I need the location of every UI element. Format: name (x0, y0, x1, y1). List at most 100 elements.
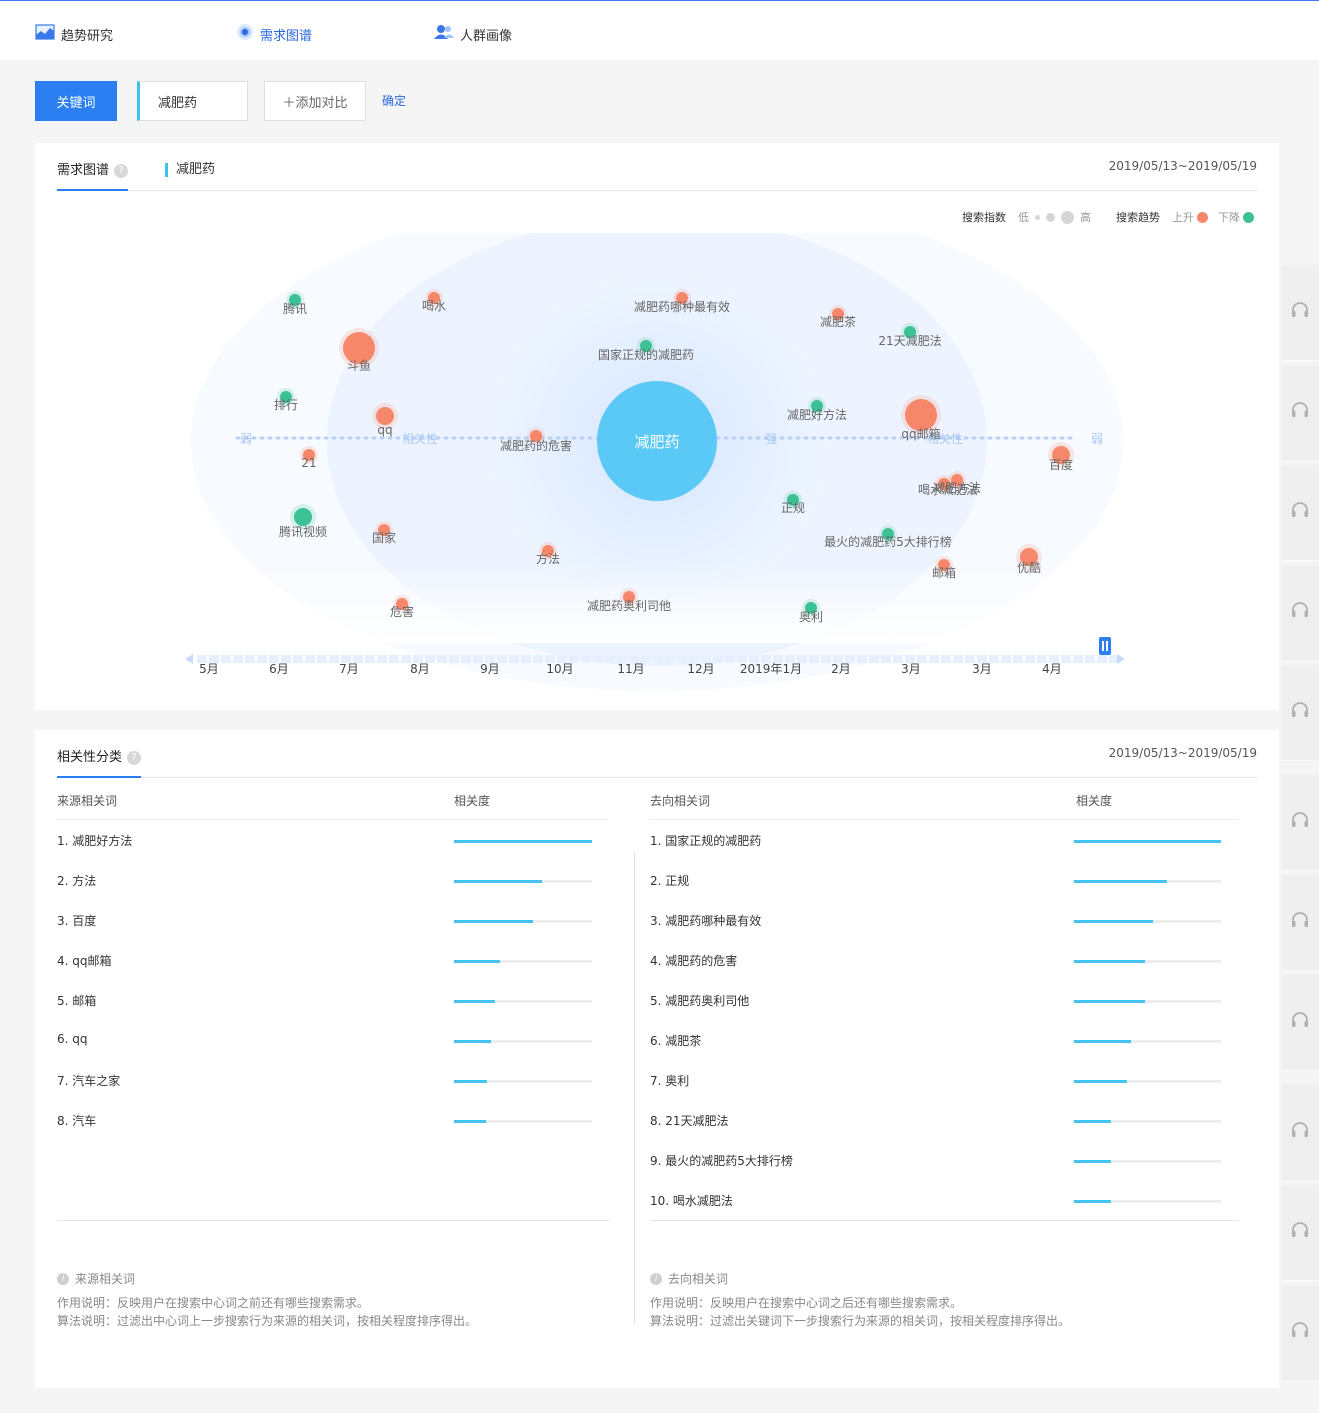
target-label: 8. 21天减肥法 (650, 1114, 729, 1128)
timeline-month-label: 12月 (687, 662, 714, 676)
source-score-bar (454, 960, 592, 963)
timeline-segment (1097, 655, 1107, 663)
source-row[interactable]: 5. 邮箱 (57, 992, 592, 1012)
keyword-button[interactable]: 关键词 (35, 81, 117, 121)
timeline-month-label: 7月 (339, 662, 359, 676)
source-label: 7. 汽车之家 (57, 1074, 121, 1088)
headset-icon (1292, 912, 1308, 927)
help-icon[interactable]: ? (127, 751, 142, 765)
customer-service-button[interactable] (1281, 465, 1319, 561)
customer-service-button[interactable] (1281, 875, 1319, 971)
source-row[interactable]: 8. 汽车 (57, 1112, 592, 1132)
source-row[interactable]: 4. qq邮箱 (57, 952, 592, 972)
source-header-divider (57, 819, 607, 820)
target-score-fill (1074, 1040, 1132, 1043)
timeline-segment (653, 655, 663, 663)
timeline-segment (317, 655, 327, 663)
bubble-label: 正规 (781, 500, 805, 515)
customer-service-button[interactable] (1281, 1085, 1319, 1181)
source-row[interactable]: 1. 减肥好方法 (57, 832, 592, 852)
source-row[interactable]: 7. 汽车之家 (57, 1072, 592, 1092)
target-label: 2. 正规 (650, 874, 690, 888)
customer-service-button[interactable] (1281, 365, 1319, 461)
category-date-range: 2019/05/13~2019/05/19 (1108, 746, 1257, 760)
timeline-month-label: 11月 (617, 662, 644, 676)
bubble-label: 国家正规的减肥药 (598, 347, 694, 362)
source-score-bar (454, 1040, 592, 1043)
timeline-segment (1025, 655, 1035, 663)
timeline-segment (1001, 655, 1011, 663)
target-row[interactable]: 8. 21天减肥法 (650, 1112, 1221, 1132)
demand-map-panel: 需求图谱? 减肥药 2019/05/13~2019/05/19 搜索指数 低 高… (35, 143, 1279, 710)
source-score-fill (454, 1040, 492, 1043)
source-score-bar (454, 840, 592, 843)
tab-crowd-profile[interactable]: 人群画像 (434, 23, 512, 45)
target-row[interactable]: 4. 减肥药的危害 (650, 952, 1221, 972)
pause-icon (1106, 641, 1108, 651)
timeline-segment (821, 655, 831, 663)
bubble-label: 斗鱼 (347, 359, 371, 373)
target-row[interactable]: 5. 减肥药奥利司他 (650, 992, 1221, 1012)
bubble-label: 减肥好方法 (787, 407, 847, 422)
add-compare-button[interactable]: ＋添加对比 (264, 81, 366, 121)
category-title-tab[interactable]: 相关性分类? (57, 746, 142, 778)
target-row[interactable]: 1. 国家正规的减肥药 (650, 832, 1221, 852)
timeline-month-label: 4月 (1042, 662, 1062, 676)
bubble-label: 百度 (1049, 457, 1073, 472)
customer-service-button[interactable] (1281, 775, 1319, 871)
target-row[interactable]: 10. 喝水减肥法 (650, 1192, 1221, 1212)
column-divider (634, 852, 635, 1324)
source-row[interactable]: 6. qq (57, 1032, 592, 1052)
target-row[interactable]: 2. 正规 (650, 872, 1221, 892)
tab-trend-research[interactable]: 趋势研究 (35, 23, 113, 45)
timeline-segment (257, 655, 267, 663)
legend-down-dot (1243, 211, 1254, 223)
target-row[interactable]: 6. 减肥茶 (650, 1032, 1221, 1052)
target-note-title: i 去向相关词 (650, 1270, 728, 1287)
headset-icon (1292, 302, 1308, 317)
target-bottom-divider (650, 1220, 1239, 1221)
bubble-label: 21 (301, 456, 316, 470)
legend-size-small-dot (1035, 214, 1040, 220)
customer-service-button[interactable] (1281, 565, 1319, 661)
customer-service-button[interactable] (1281, 975, 1319, 1071)
target-score-fill (1074, 1080, 1127, 1083)
timeline-segment (581, 655, 591, 663)
source-note-title-text: 来源相关词 (75, 1272, 136, 1286)
customer-service-button[interactable] (1281, 1285, 1319, 1381)
source-row[interactable]: 2. 方法 (57, 872, 592, 892)
demand-bubble-chart: 弱相关性强强相关性弱减肥药腾讯喝水斗鱼排行qq21腾讯视频国家危害减肥药的危害方… (175, 233, 1135, 691)
timeline-month-label: 3月 (972, 662, 992, 676)
timeline-segment (449, 655, 459, 663)
target-row[interactable]: 3. 减肥药哪种最有效 (650, 912, 1221, 932)
tab-demand-map[interactable]: 需求图谱 (236, 23, 312, 45)
source-row[interactable]: 3. 百度 (57, 912, 592, 932)
target-row[interactable]: 7. 奥利 (650, 1072, 1221, 1092)
bubble-node (294, 508, 312, 526)
keyword-input[interactable] (137, 81, 248, 121)
people-icon (434, 24, 454, 44)
help-icon[interactable]: ? (114, 164, 129, 178)
trend-chart-icon (35, 23, 55, 45)
confirm-link[interactable]: 确定 (382, 92, 406, 109)
customer-service-button[interactable] (1281, 665, 1319, 761)
demand-map-title-tab[interactable]: 需求图谱? (57, 159, 129, 191)
right-service-rail (1281, 240, 1319, 1381)
target-label: 10. 喝水减肥法 (650, 1194, 733, 1208)
date-range: 2019/05/13~2019/05/19 (1108, 159, 1257, 173)
axis-weak-left: 弱 (240, 432, 252, 446)
headset-icon (1292, 812, 1308, 827)
source-score-fill (454, 920, 533, 923)
bubble-label: 21天减肥法 (878, 334, 941, 348)
headset-icon (1292, 1222, 1308, 1237)
headset-icon (1292, 402, 1308, 417)
relevance-category-panel: 相关性分类? 2019/05/13~2019/05/19 来源相关词 相关度 去… (35, 730, 1279, 1388)
customer-service-button[interactable] (1281, 1185, 1319, 1281)
map-keyword-tag: 减肥药 (165, 163, 215, 177)
target-note-title-text: 去向相关词 (668, 1272, 729, 1286)
customer-service-button[interactable] (1281, 265, 1319, 361)
bubble-label: 减肥药的危害 (500, 438, 572, 453)
timeline-month-label: 8月 (410, 662, 430, 676)
target-row[interactable]: 9. 最火的减肥药5大排行榜 (650, 1152, 1221, 1172)
source-label: 5. 邮箱 (57, 994, 97, 1008)
